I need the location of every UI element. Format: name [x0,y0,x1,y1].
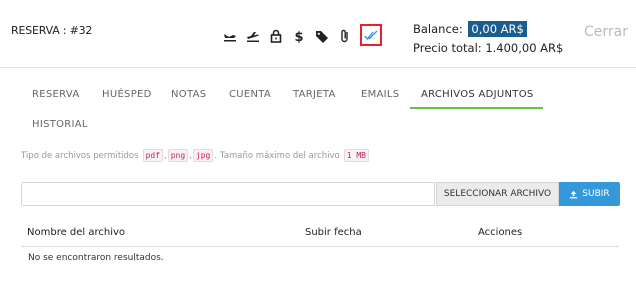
lock-icon[interactable] [266,26,286,46]
tab-cuenta[interactable]: CUENTA [229,89,271,100]
balance-label: Balance: [413,22,463,36]
reservation-header: RESERVA : #32 $ Balance: 0,00 AR$ Precio… [0,0,636,68]
column-file-name: Nombre del archivo [27,227,126,238]
type-jpg: jpg [192,149,214,162]
paperclip-icon[interactable] [335,26,355,46]
action-icons: $ [220,24,385,48]
max-size-label: Tamaño máximo del archivo [220,150,340,161]
tab-archivos-adjuntos[interactable]: ARCHIVOS ADJUNTOS [421,89,534,100]
tab-tarjeta[interactable]: TARJETA [293,89,336,100]
header-divider [0,67,636,68]
tab-emails[interactable]: EMAILS [361,89,399,100]
tab-notas[interactable]: NOTAS [171,89,206,100]
plane-departure-icon[interactable] [243,26,263,46]
double-check-icon[interactable] [360,24,382,46]
tab-huesped[interactable]: HUÉSPED [102,89,152,100]
upload-button[interactable]: SUBIR [559,182,620,206]
reservation-title: RESERVA : #32 [11,24,93,37]
file-restrictions-info: Tipo de archivos permitidos pdf, png, jp… [21,149,370,162]
svg-text:$: $ [294,30,303,44]
type-pdf: pdf [142,149,164,162]
total-price: Precio total: 1.400,00 AR$ [413,41,564,55]
tags-icon[interactable] [312,26,332,46]
upload-icon [570,190,578,198]
tab-historial[interactable]: HISTORIAL [32,119,88,130]
upload-button-label: SUBIR [582,189,610,199]
plane-arrival-icon[interactable] [220,26,240,46]
tab-reserva[interactable]: RESERVA [32,89,79,100]
column-upload-date: Subir fecha [305,227,362,238]
type-png: png [167,149,189,162]
dollar-icon[interactable]: $ [289,26,309,46]
close-button[interactable]: Cerrar [584,24,628,40]
empty-results-message: No se encontraron resultados. [28,253,164,263]
attachments-table-header: Nombre del archivo Subir fecha Acciones [21,222,619,247]
active-tab-indicator [410,107,543,109]
balance-row: Balance: 0,00 AR$ [413,21,527,37]
select-file-button[interactable]: SELECCIONAR ARCHIVO [436,182,559,206]
max-size-value: 1 MB [343,149,369,162]
allowed-types-label: Tipo de archivos permitidos [21,150,139,161]
balance-value: 0,00 AR$ [468,21,527,37]
column-actions: Acciones [478,227,523,238]
file-path-input[interactable] [21,182,435,206]
